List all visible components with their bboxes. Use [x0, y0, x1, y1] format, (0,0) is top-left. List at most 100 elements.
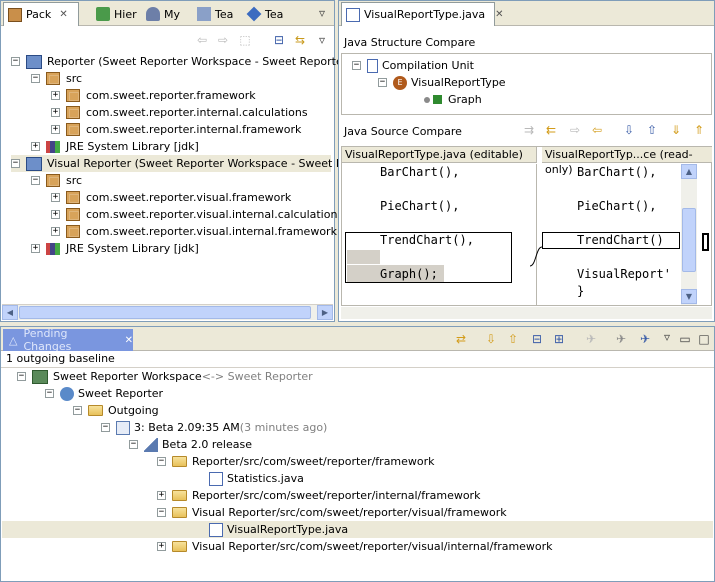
- view-menu-icon[interactable]: ▿: [314, 32, 330, 48]
- expand-icon[interactable]: +: [157, 542, 166, 551]
- expand-icon[interactable]: +: [51, 210, 60, 219]
- tree-item-baseline[interactable]: − 3: Beta 2.0 9:35 AM (3 minutes ago): [101, 419, 327, 436]
- package-icon: [66, 89, 80, 102]
- accept-incoming-icon[interactable]: ⇩: [483, 331, 499, 347]
- collapse-icon[interactable]: −: [31, 176, 40, 185]
- tree-item-folder[interactable]: + Reporter/src/com/sweet/reporter/intern…: [157, 487, 480, 504]
- tree-item-file[interactable]: Statistics.java: [209, 470, 304, 487]
- copy-all-right-icon[interactable]: ⇉: [521, 122, 537, 138]
- next-difference-icon[interactable]: ⇩: [621, 122, 637, 138]
- copy-all-left-icon[interactable]: ⇇: [543, 122, 559, 138]
- tree-item-package[interactable]: + com.sweet.reporter.internal.calculatio…: [51, 104, 308, 121]
- folder-icon: [172, 541, 187, 552]
- left-source-pane[interactable]: BarChart(), PieChart(), TrendChart(), Gr…: [342, 164, 537, 305]
- scroll-down-icon[interactable]: ▼: [681, 289, 697, 304]
- code-line: TrendChart(),: [380, 233, 474, 247]
- tab-hierarchy[interactable]: Hier: [92, 3, 142, 25]
- scroll-up-icon[interactable]: ▲: [681, 164, 697, 179]
- deliver-icon[interactable]: ⇧: [505, 331, 521, 347]
- collapse-icon[interactable]: −: [31, 74, 40, 83]
- tree-item-jre-library[interactable]: + JRE System Library [jdk]: [31, 240, 199, 257]
- expand-icon[interactable]: +: [51, 125, 60, 134]
- expand-all-icon[interactable]: ⊞: [551, 331, 567, 347]
- scroll-left-icon[interactable]: ◀: [2, 305, 18, 320]
- maximize-icon[interactable]: □: [696, 331, 712, 347]
- tab-visual-report-type[interactable]: VisualReportType.java ✕: [341, 2, 504, 26]
- scroll-right-icon[interactable]: ▶: [317, 305, 333, 320]
- right-source-pane[interactable]: BarChart(), PieChart(), TrendChart() Vis…: [542, 164, 680, 305]
- tree-item-change-set[interactable]: − Beta 2.0 release: [129, 436, 252, 453]
- tree-item-component[interactable]: − Sweet Reporter: [45, 385, 163, 402]
- expand-icon[interactable]: +: [51, 108, 60, 117]
- tree-item-outgoing[interactable]: − Outgoing: [73, 402, 159, 419]
- forward-arrow-icon[interactable]: ⇨: [215, 32, 231, 48]
- tree-item-graph[interactable]: Graph: [424, 91, 482, 108]
- expand-icon[interactable]: +: [51, 227, 60, 236]
- tree-item-compilation-unit[interactable]: − Compilation Unit: [352, 57, 474, 74]
- tree-item-folder[interactable]: − Visual Reporter/src/com/sweet/reporter…: [157, 504, 507, 521]
- collapse-icon[interactable]: −: [11, 57, 20, 66]
- tab-team-organization[interactable]: Tea: [243, 3, 293, 25]
- vertical-scrollbar[interactable]: ▲ ▼: [681, 164, 697, 305]
- close-icon[interactable]: ✕: [59, 9, 67, 20]
- previous-difference-icon[interactable]: ⇧: [644, 122, 660, 138]
- copy-left-icon[interactable]: ⇦: [589, 122, 605, 138]
- collapse-all-icon[interactable]: ⊟: [529, 331, 545, 347]
- close-icon[interactable]: ✕: [125, 335, 133, 346]
- tree-item-package[interactable]: + com.sweet.reporter.visual.internal.fra…: [51, 223, 337, 240]
- tree-item-src[interactable]: − src: [31, 172, 82, 189]
- collapse-icon[interactable]: −: [17, 372, 26, 381]
- scroll-thumb[interactable]: [682, 208, 696, 272]
- tree-item-file-selected[interactable]: VisualReportType.java: [209, 521, 348, 538]
- tab-team-artifacts[interactable]: Tea: [193, 3, 241, 25]
- tab-pending-changes[interactable]: △ Pending Changes ✕: [3, 327, 133, 353]
- link-with-editor-icon[interactable]: ⇆: [292, 32, 308, 48]
- tree-item-jre-library[interactable]: + JRE System Library [jdk]: [31, 138, 199, 155]
- collapse-icon[interactable]: −: [73, 406, 82, 415]
- show-outgoing-icon[interactable]: ✈: [637, 331, 653, 347]
- tab-package-explorer[interactable]: Pack ✕: [3, 2, 79, 26]
- collapse-icon[interactable]: −: [378, 78, 387, 87]
- tree-item-package[interactable]: + com.sweet.reporter.internal.framework: [51, 121, 301, 138]
- copy-right-icon[interactable]: ⇨: [567, 122, 583, 138]
- collapse-icon[interactable]: −: [157, 457, 166, 466]
- tree-item-visual-reporter-project[interactable]: − Visual Reporter (Sweet Reporter Worksp…: [11, 155, 388, 172]
- horizontal-scrollbar[interactable]: ◀ ▶: [2, 304, 333, 320]
- tree-item-class[interactable]: − E VisualReportType: [378, 74, 506, 91]
- package-icon: [66, 208, 80, 221]
- previous-change-icon[interactable]: ⇑: [691, 122, 707, 138]
- collapse-icon[interactable]: −: [352, 61, 361, 70]
- tree-item-workspace[interactable]: − Sweet Reporter Workspace <-> Sweet Rep…: [17, 368, 313, 385]
- expand-icon[interactable]: +: [51, 91, 60, 100]
- tree-item-folder[interactable]: + Visual Reporter/src/com/sweet/reporter…: [157, 538, 553, 555]
- chevron-down-icon[interactable]: ▿: [314, 5, 330, 21]
- back-arrow-icon[interactable]: ⇦: [194, 32, 210, 48]
- up-icon[interactable]: ⬚: [237, 32, 253, 48]
- expand-icon[interactable]: +: [51, 193, 60, 202]
- expand-icon[interactable]: +: [31, 142, 40, 151]
- expand-icon[interactable]: +: [157, 491, 166, 500]
- tree-item-package[interactable]: + com.sweet.reporter.visual.framework: [51, 189, 291, 206]
- refresh-icon[interactable]: ⇄: [453, 331, 469, 347]
- view-menu-icon[interactable]: ▿: [659, 329, 675, 345]
- collapse-all-icon[interactable]: ⊟: [271, 32, 287, 48]
- collapse-icon[interactable]: −: [157, 508, 166, 517]
- collapse-icon[interactable]: −: [45, 389, 54, 398]
- next-change-icon[interactable]: ⇓: [668, 122, 684, 138]
- show-incoming-icon[interactable]: ✈: [613, 331, 629, 347]
- expand-icon[interactable]: +: [31, 244, 40, 253]
- collapse-icon[interactable]: −: [11, 159, 20, 168]
- minimize-icon[interactable]: ▭: [677, 331, 693, 347]
- tab-my-workspace[interactable]: My: [142, 3, 190, 25]
- overview-ruler-marker[interactable]: [702, 233, 709, 251]
- collapse-icon[interactable]: −: [101, 423, 110, 432]
- close-icon[interactable]: ✕: [495, 9, 503, 20]
- filter-icon[interactable]: ✈: [583, 331, 599, 347]
- scroll-thumb[interactable]: [19, 306, 311, 319]
- tree-item-package[interactable]: + com.sweet.reporter.visual.internal.cal…: [51, 206, 343, 223]
- tree-item-folder[interactable]: − Reporter/src/com/sweet/reporter/framew…: [157, 453, 435, 470]
- collapse-icon[interactable]: −: [129, 440, 138, 449]
- tree-item-reporter-project[interactable]: − Reporter (Sweet Reporter Workspace - S…: [11, 53, 352, 70]
- tree-item-package[interactable]: + com.sweet.reporter.framework: [51, 87, 256, 104]
- tree-item-src[interactable]: − src: [31, 70, 82, 87]
